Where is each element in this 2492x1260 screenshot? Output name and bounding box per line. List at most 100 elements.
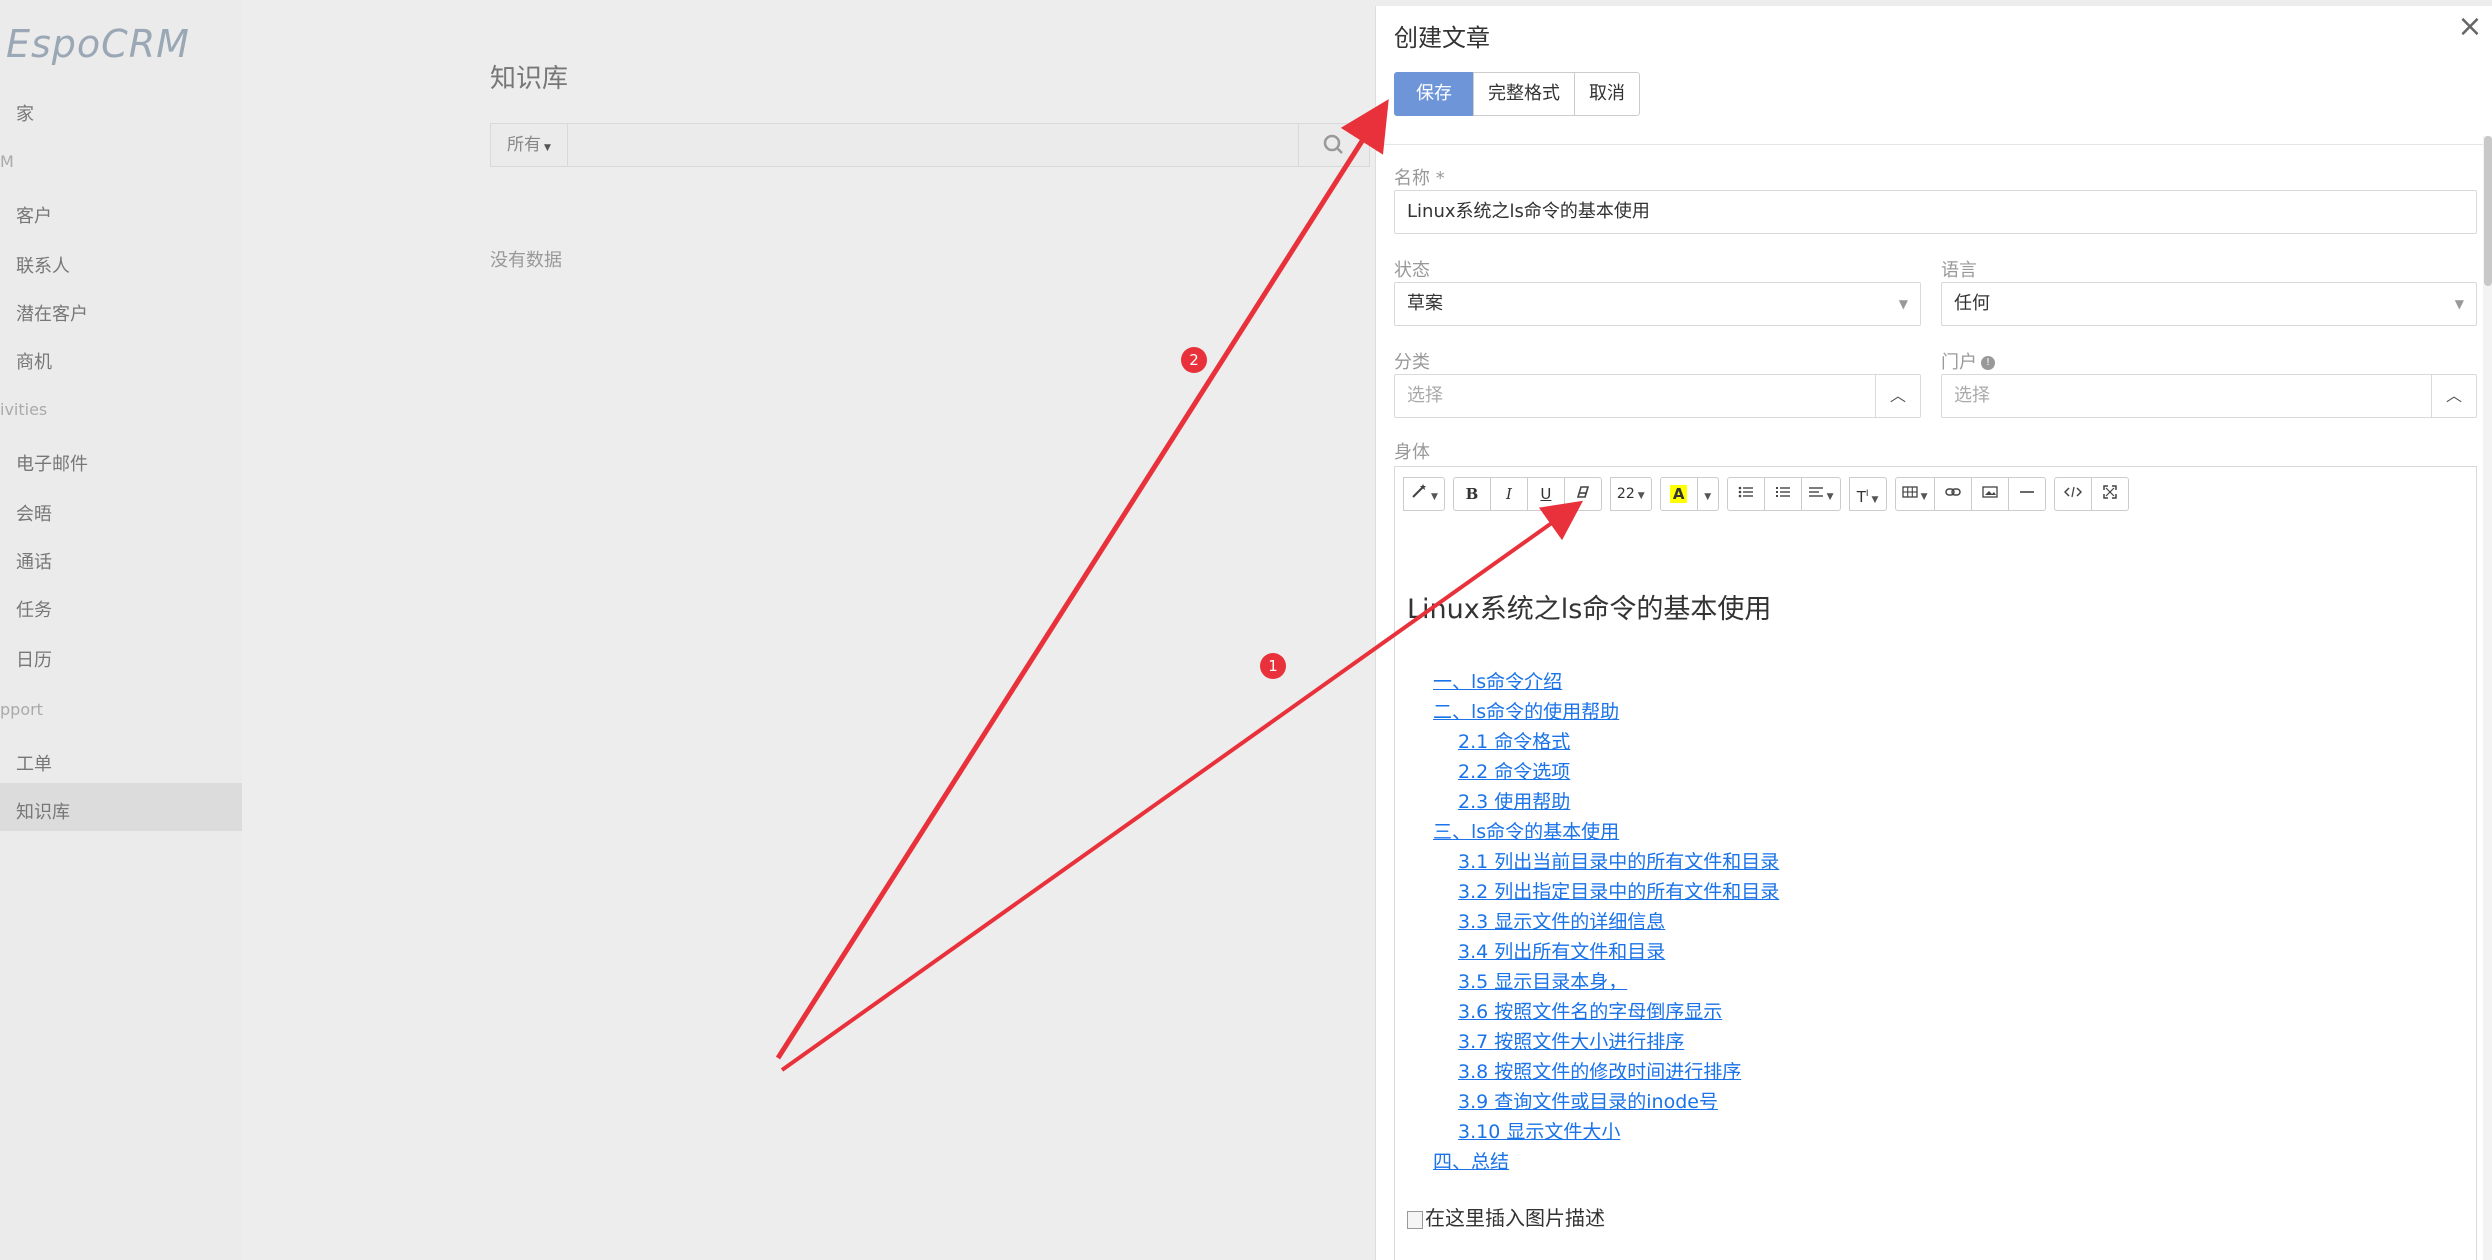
toc-link[interactable]: 3.8 按照文件的修改时间进行排序 xyxy=(1433,1057,1779,1087)
cancel-button[interactable]: 取消 xyxy=(1574,72,1640,116)
toc-link[interactable]: 三、ls命令的基本使用 xyxy=(1433,817,1779,847)
fullscreen-icon xyxy=(2102,485,2117,499)
broken-image: 在这里插入图片描述 xyxy=(1407,1202,1605,1231)
italic-button[interactable]: I xyxy=(1489,477,1528,511)
sidebar-item[interactable]: 潜在客户 xyxy=(16,300,88,326)
scrollbar[interactable] xyxy=(2483,136,2492,1260)
sidebar-group-label: pport xyxy=(0,700,43,719)
horizontal-rule-button[interactable] xyxy=(2007,477,2046,511)
name-label: 名称 * xyxy=(1394,168,1445,189)
language-label: 语言 xyxy=(1941,260,1977,281)
unordered-list-button[interactable] xyxy=(1726,477,1765,511)
category-label: 分类 xyxy=(1394,352,1430,373)
no-data-text: 没有数据 xyxy=(490,250,562,271)
toc-link[interactable]: 四、总结 xyxy=(1433,1147,1779,1177)
image-button[interactable] xyxy=(1970,477,2009,511)
sidebar-item[interactable]: 电子邮件 xyxy=(16,450,88,476)
ordered-list-button[interactable] xyxy=(1763,477,1802,511)
annotation-badge-2: 2 xyxy=(1181,347,1207,373)
link-icon xyxy=(1944,488,1961,496)
search-button[interactable] xyxy=(1298,124,1369,166)
filter-dropdown-button[interactable]: 所有 ▼ xyxy=(491,124,568,166)
image-icon xyxy=(1981,486,1998,498)
sidebar-item[interactable]: 客户 xyxy=(16,202,52,228)
portal-input[interactable]: 选择 ︿ xyxy=(1941,374,2477,418)
search-icon xyxy=(1323,134,1343,154)
editor-toolbar: ▼ B I U 22 ▼ A ▼ ▼ TI▼ ▼ xyxy=(1403,477,2137,511)
full-form-button[interactable]: 完整格式 xyxy=(1473,72,1575,116)
chevron-up-icon[interactable]: ︿ xyxy=(1875,375,1920,417)
page-title: 知识库 xyxy=(490,64,569,94)
text-color-button[interactable]: A xyxy=(1659,477,1698,511)
create-article-panel: 创建文章 × 保存 完整格式 取消 名称 * Linux系统之ls命令的基本使用… xyxy=(1375,6,2492,1260)
broken-image-icon xyxy=(1407,1210,1423,1229)
sidebar-item[interactable]: 联系人 xyxy=(16,252,70,278)
sidebar-item[interactable]: 会晤 xyxy=(16,500,52,526)
toc-link[interactable]: 2.2 命令选项 xyxy=(1433,757,1779,787)
font-size-dropdown[interactable]: 22 ▼ xyxy=(1609,477,1652,511)
paragraph-align-dropdown[interactable]: ▼ xyxy=(1800,477,1841,511)
bullet-list-icon xyxy=(1738,486,1753,498)
toc-link[interactable]: 二、ls命令的使用帮助 xyxy=(1433,697,1779,727)
body-label: 身体 xyxy=(1394,442,1430,463)
close-icon[interactable]: × xyxy=(2453,12,2487,46)
sidebar-item[interactable]: 工单 xyxy=(16,750,52,776)
document-title: Linux系统之ls命令的基本使用 xyxy=(1407,594,1772,625)
category-input[interactable]: 选择 ︿ xyxy=(1394,374,1921,418)
sidebar: EspoCRM 家 M 客户 联系人 潜在客户 商机 ivities 电子邮件 会晤 通话 任务 日历… xyxy=(0,0,242,1260)
sidebar-item[interactable]: 知识库 xyxy=(16,798,70,824)
underline-button[interactable]: U xyxy=(1526,477,1565,511)
save-button[interactable]: 保存 xyxy=(1394,72,1474,116)
rich-text-editor[interactable]: ▼ B I U 22 ▼ A ▼ ▼ TI▼ ▼ Linux系统之ls命令的基本… xyxy=(1394,466,2477,1260)
status-select[interactable]: 草案 ▼ xyxy=(1394,282,1921,326)
sidebar-item[interactable]: 家 xyxy=(16,100,34,126)
table-icon xyxy=(1901,486,1918,498)
table-of-contents: 一、ls命令介绍 二、ls命令的使用帮助 2.1 命令格式 2.2 命令选项 2.3 使… xyxy=(1433,667,1779,1177)
align-left-icon xyxy=(1808,487,1823,497)
toc-link[interactable]: 3.1 列出当前目录中的所有文件和目录 xyxy=(1433,847,1779,877)
language-select[interactable]: 任何 ▼ xyxy=(1941,282,2477,326)
sidebar-group-label: M xyxy=(0,152,14,171)
fullscreen-button[interactable] xyxy=(2090,477,2129,511)
magic-wand-icon xyxy=(1412,484,1426,498)
table-dropdown[interactable]: ▼ xyxy=(1894,477,1935,511)
toc-link[interactable]: 3.7 按照文件大小进行排序 xyxy=(1433,1027,1779,1057)
toc-link[interactable]: 3.4 列出所有文件和目录 xyxy=(1433,937,1779,967)
chevron-up-icon[interactable]: ︿ xyxy=(2431,375,2476,417)
color-dropdown[interactable]: ▼ xyxy=(1696,477,1719,511)
divider xyxy=(1376,144,2492,145)
toc-link[interactable]: 3.9 查询文件或目录的inode号 xyxy=(1433,1087,1779,1117)
toc-link[interactable]: 一、ls命令介绍 xyxy=(1433,667,1779,697)
sidebar-item[interactable]: 日历 xyxy=(16,646,52,672)
sidebar-item[interactable]: 商机 xyxy=(16,348,52,374)
name-input[interactable]: Linux系统之ls命令的基本使用 xyxy=(1394,190,2477,234)
search-bar: 所有 ▼ xyxy=(490,123,1370,167)
toc-link[interactable]: 2.3 使用帮助 xyxy=(1433,787,1779,817)
horizontal-rule-icon xyxy=(2019,491,2034,493)
info-icon[interactable]: ! xyxy=(1981,356,1995,370)
sidebar-item[interactable]: 通话 xyxy=(16,548,52,574)
toc-link[interactable]: 3.5 显示目录本身， xyxy=(1433,967,1779,997)
sidebar-group-label: ivities xyxy=(0,400,48,419)
status-label: 状态 xyxy=(1394,260,1430,281)
sidebar-item[interactable]: 任务 xyxy=(16,596,52,622)
code-view-button[interactable] xyxy=(2053,477,2092,511)
action-button-group: 保存 完整格式 取消 xyxy=(1394,72,1640,116)
code-icon xyxy=(2063,486,2082,498)
chevron-down-icon: ▼ xyxy=(1898,297,1908,311)
style-button[interactable]: ▼ xyxy=(1403,477,1445,511)
scrollbar-thumb[interactable] xyxy=(2484,136,2492,286)
link-button[interactable] xyxy=(1933,477,1972,511)
toc-link[interactable]: 3.6 按照文件名的字母倒序显示 xyxy=(1433,997,1779,1027)
line-height-dropdown[interactable]: TI▼ xyxy=(1848,477,1887,511)
numbered-list-icon xyxy=(1775,487,1790,497)
toc-link[interactable]: 3.3 显示文件的详细信息 xyxy=(1433,907,1779,937)
toc-link[interactable]: 2.1 命令格式 xyxy=(1433,727,1779,757)
bold-button[interactable]: B xyxy=(1452,477,1491,511)
panel-title: 创建文章 xyxy=(1394,24,1490,52)
portal-label: 门户! xyxy=(1941,348,1995,374)
toc-link[interactable]: 3.10 显示文件大小 xyxy=(1433,1117,1779,1147)
annotation-badge-1: 1 xyxy=(1260,653,1286,679)
clear-format-button[interactable] xyxy=(1563,477,1602,511)
toc-link[interactable]: 3.2 列出指定目录中的所有文件和目录 xyxy=(1433,877,1779,907)
